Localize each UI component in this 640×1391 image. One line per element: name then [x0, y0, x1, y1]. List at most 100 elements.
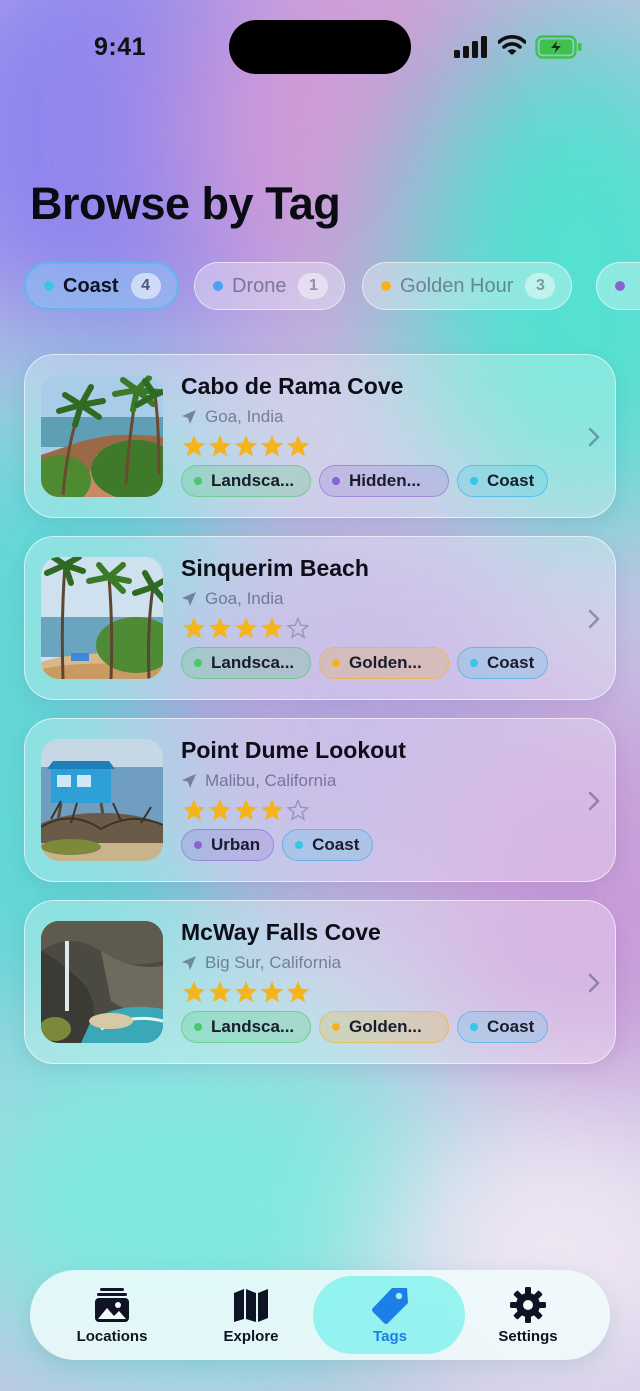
photo-stack-icon	[95, 1288, 129, 1322]
star-rating	[181, 979, 311, 1005]
location-subtitle: Goa, India	[181, 589, 283, 609]
tag-pill: Golden...	[319, 647, 449, 679]
tag-list: Urban Coast	[181, 829, 381, 861]
star-filled-icon	[182, 617, 206, 639]
location-arrow-icon	[182, 592, 196, 606]
location-thumbnail	[41, 375, 163, 497]
chevron-right-icon	[588, 427, 600, 447]
star-filled-icon	[182, 799, 206, 821]
star-filled-icon	[234, 617, 258, 639]
tab-label: Tags	[373, 1328, 407, 1345]
tag-pill: Coast	[457, 465, 549, 497]
tag-pill: Coast	[457, 1011, 549, 1043]
star-filled-icon	[260, 617, 284, 639]
location-subtitle: Goa, India	[181, 407, 283, 427]
location-card[interactable]: Sinquerim Beach Goa, India Landsca... Go…	[24, 536, 616, 700]
star-rating	[181, 797, 311, 823]
location-name: Sinquerim Beach	[181, 555, 369, 581]
tag-pill: Coast	[457, 647, 549, 679]
star-empty-icon	[286, 798, 310, 821]
battery-charging-icon	[535, 35, 582, 59]
star-filled-icon	[234, 981, 258, 1003]
tag-icon	[372, 1288, 408, 1324]
tag-filter-label: Coast	[63, 274, 119, 297]
star-filled-icon	[260, 981, 284, 1003]
star-filled-icon	[234, 435, 258, 457]
tag-count-badge: 3	[525, 273, 556, 299]
tag-pill: Landsca...	[181, 647, 311, 679]
tag-list: Landsca... Hidden... Coast	[181, 465, 556, 497]
tab-bar: Locations Explore Tags Settings	[30, 1270, 610, 1360]
tag-filter-label: Golden Hour	[400, 274, 514, 297]
location-subtitle: Malibu, California	[181, 771, 336, 791]
star-filled-icon	[234, 799, 258, 821]
tag-list: Landsca... Golden... Coast	[181, 647, 556, 679]
location-arrow-icon	[182, 774, 196, 788]
location-place: Goa, India	[205, 589, 284, 608]
location-name: Point Dume Lookout	[181, 737, 406, 763]
tab-locations[interactable]: Locations	[42, 1270, 182, 1360]
tag-filter-chip[interactable]: Coast 4	[24, 262, 179, 310]
cellular-signal-icon	[454, 36, 487, 58]
location-place: Big Sur, California	[205, 953, 342, 972]
tab-label: Explore	[223, 1328, 279, 1345]
star-filled-icon	[208, 981, 232, 1003]
star-filled-icon	[286, 435, 310, 457]
tag-pill: Golden...	[319, 1011, 449, 1043]
tag-filter-label: Drone	[232, 274, 287, 297]
star-filled-icon	[182, 981, 206, 1003]
tag-color-dot	[213, 281, 223, 291]
tag-color-dot	[44, 281, 54, 291]
dynamic-island	[229, 20, 411, 74]
tag-color-dot	[381, 281, 391, 291]
location-thumbnail	[41, 557, 163, 679]
star-filled-icon	[182, 435, 206, 457]
tab-explore[interactable]: Explore	[181, 1270, 321, 1360]
star-filled-icon	[260, 435, 284, 457]
tag-pill: Landsca...	[181, 465, 311, 497]
tag-filter-chip[interactable]	[596, 262, 640, 310]
star-filled-icon	[208, 435, 232, 457]
tab-tags[interactable]: Tags	[313, 1270, 465, 1360]
location-arrow-icon	[182, 410, 196, 424]
status-time: 9:41	[94, 33, 147, 61]
location-card[interactable]: Point Dume Lookout Malibu, California Ur…	[24, 718, 616, 882]
tag-pill: Urban	[181, 829, 275, 861]
tag-count-badge: 4	[130, 273, 161, 299]
star-filled-icon	[286, 981, 310, 1003]
tag-pill: Landsca...	[181, 1011, 311, 1043]
star-rating	[181, 615, 311, 641]
star-filled-icon	[208, 799, 232, 821]
chevron-right-icon	[588, 791, 600, 811]
tag-list: Landsca... Golden... Coast	[181, 1011, 556, 1043]
tag-filter-bar: Coast 4 Drone 1 Golden Hour 3	[0, 262, 640, 312]
tab-label: Settings	[498, 1328, 558, 1345]
star-rating	[181, 433, 311, 459]
chevron-right-icon	[588, 609, 600, 629]
tag-filter-chip[interactable]: Golden Hour 3	[362, 262, 573, 310]
chevron-right-icon	[588, 973, 600, 993]
status-bar: 9:41	[0, 0, 640, 90]
location-card[interactable]: McWay Falls Cove Big Sur, California Lan…	[24, 900, 616, 1064]
tag-color-dot	[615, 281, 625, 291]
tag-filter-chip[interactable]: Drone 1	[194, 262, 346, 310]
tab-settings[interactable]: Settings	[458, 1270, 598, 1360]
location-thumbnail	[41, 739, 163, 861]
location-place: Malibu, California	[205, 771, 337, 790]
star-empty-icon	[286, 616, 310, 639]
tag-count-badge: 1	[298, 273, 329, 299]
location-thumbnail	[41, 921, 163, 1043]
gear-icon	[510, 1287, 546, 1323]
location-name: McWay Falls Cove	[181, 919, 381, 945]
star-filled-icon	[208, 617, 232, 639]
page-title: Browse by Tag	[30, 178, 341, 229]
tab-label: Locations	[76, 1328, 148, 1345]
star-filled-icon	[260, 799, 284, 821]
tag-pill: Coast	[282, 829, 374, 861]
map-icon	[234, 1289, 268, 1322]
tag-pill: Hidden...	[319, 465, 449, 497]
location-place: Goa, India	[205, 407, 284, 426]
location-subtitle: Big Sur, California	[181, 953, 341, 973]
location-card[interactable]: Cabo de Rama Cove Goa, India Landsca... …	[24, 354, 616, 518]
wifi-icon	[498, 35, 526, 55]
